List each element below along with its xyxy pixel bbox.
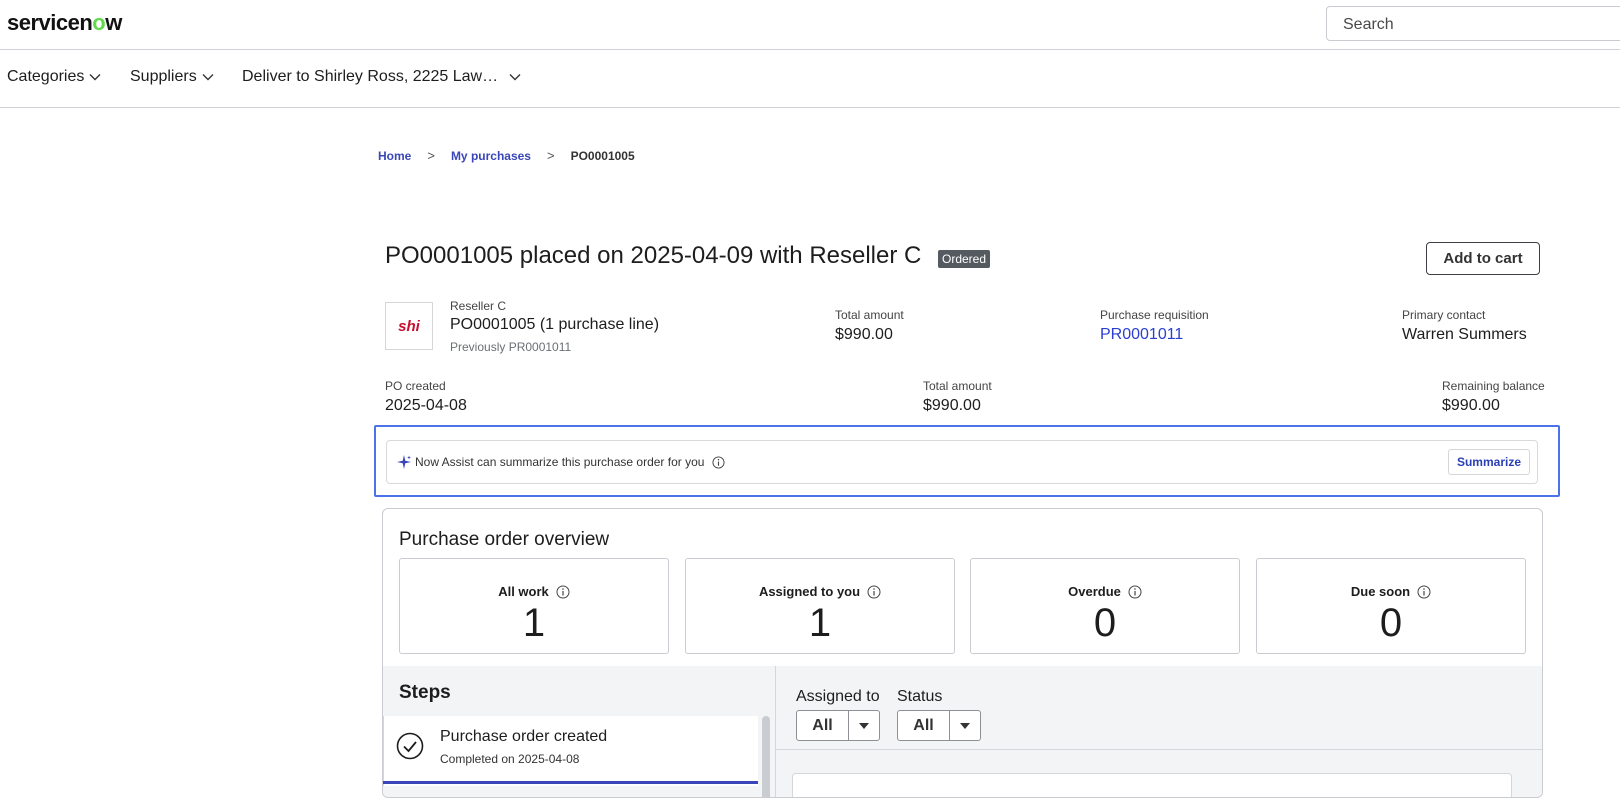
info-icon[interactable] — [556, 585, 570, 599]
po-line-summary: PO0001005 (1 purchase line) — [450, 316, 660, 333]
nav-suppliers-label: Suppliers — [130, 68, 197, 85]
total-amount-label: Total amount — [835, 308, 904, 322]
po-created-label: PO created — [385, 379, 446, 393]
logo-text-1: servicen — [7, 10, 93, 35]
stat-value: 0 — [1379, 601, 1403, 645]
check-circle-icon — [396, 732, 424, 760]
remaining-balance-value: $990.00 — [1442, 397, 1500, 414]
primary-contact-label: Primary contact — [1402, 308, 1486, 322]
add-to-cart-button[interactable]: Add to cart — [1426, 242, 1540, 275]
purchase-requisition-link[interactable]: PR0001011 — [1100, 326, 1183, 344]
chevron-down-icon — [89, 74, 101, 81]
info-icon[interactable] — [1128, 585, 1142, 599]
info-icon[interactable] — [712, 455, 725, 469]
assigned-to-select[interactable]: All — [796, 710, 880, 741]
status-badge: Ordered — [938, 250, 991, 268]
breadcrumb-my-purchases[interactable]: My purchases — [451, 149, 531, 163]
step-item[interactable]: Purchase order created Completed on 2025… — [383, 716, 758, 786]
breadcrumb: Home > My purchases > PO0001005 — [378, 148, 635, 163]
overview-title: Purchase order overview — [399, 529, 610, 550]
nav-categories[interactable]: Categories — [7, 68, 102, 86]
breadcrumb-separator: > — [427, 148, 435, 163]
caret-down-icon[interactable] — [950, 711, 980, 740]
breadcrumb-separator: > — [546, 148, 555, 163]
stat-label: All work — [498, 584, 549, 599]
now-assist-banner: Now Assist can summarize this purchase o… — [386, 440, 1538, 484]
nav-deliver-to-label: Deliver to Shirley Ross, 2225 Law… — [242, 68, 499, 85]
stat-overdue[interactable]: Overdue 0 — [970, 558, 1240, 654]
remaining-balance-label: Remaining balance — [1442, 379, 1545, 393]
nav-categories-label: Categories — [7, 68, 85, 85]
stat-assigned-to-you[interactable]: Assigned to you 1 — [685, 558, 955, 654]
total-amount-label: Total amount — [923, 379, 992, 393]
page-title: PO0001005 placed on 2025-04-09 with Rese… — [385, 242, 922, 269]
servicenow-logo[interactable]: servicenow — [7, 10, 122, 36]
total-amount-value: $990.00 — [923, 397, 981, 414]
nav-bar: Categories Suppliers Deliver to Shirley … — [0, 51, 1620, 108]
step-selected-indicator — [383, 781, 758, 784]
stat-label: Overdue — [1068, 584, 1121, 599]
search-placeholder: Search — [1343, 16, 1394, 33]
step-date: Completed on 2025-04-08 — [440, 752, 580, 766]
info-icon[interactable] — [1417, 585, 1431, 599]
nav-deliver-to[interactable]: Deliver to Shirley Ross, 2225 Law… — [242, 68, 522, 86]
stat-due-soon[interactable]: Due soon 0 — [1256, 558, 1526, 654]
purchase-requisition-label: Purchase requisition — [1100, 308, 1209, 322]
assigned-to-label: Assigned to — [796, 688, 880, 705]
summarize-button[interactable]: Summarize — [1447, 449, 1530, 475]
assigned-to-value: All — [797, 711, 849, 740]
now-assist-text: Now Assist can summarize this purchase o… — [415, 455, 705, 469]
breadcrumb-home[interactable]: Home — [378, 149, 411, 163]
steps-panel: Steps Purchase order created Completed o… — [383, 666, 775, 797]
po-created-value: 2025-04-08 — [385, 397, 467, 414]
steps-scrollbar[interactable] — [762, 716, 770, 797]
steps-title: Steps — [399, 682, 451, 703]
purchase-order-overview: Purchase order overview All work 1 Assig… — [382, 508, 1543, 798]
logo-text-2: w — [105, 10, 122, 35]
stat-value: 1 — [808, 601, 832, 645]
status-select[interactable]: All — [897, 710, 981, 741]
step-name: Purchase order created — [440, 728, 608, 745]
chevron-down-icon — [202, 74, 214, 81]
breadcrumb-current: PO0001005 — [570, 148, 635, 163]
stat-all-work[interactable]: All work 1 — [399, 558, 669, 654]
stat-value: 0 — [1093, 601, 1117, 645]
supplier-logo: shi — [385, 302, 433, 350]
filter-divider — [776, 749, 1542, 750]
stat-value: 1 — [522, 601, 546, 645]
stat-label: Assigned to you — [758, 584, 861, 599]
primary-contact-value: Warren Summers — [1402, 326, 1527, 343]
previous-requisition: Previously PR0001011 — [450, 340, 572, 354]
info-icon[interactable] — [867, 585, 881, 599]
search-input[interactable]: Search — [1326, 6, 1620, 41]
chevron-down-icon — [509, 74, 521, 81]
stat-label: Due soon — [1350, 584, 1411, 599]
status-label: Status — [897, 688, 943, 705]
top-header: servicenow Search — [0, 0, 1620, 50]
logo-text-o: o — [92, 10, 106, 35]
sparkle-icon — [397, 455, 411, 469]
filters-panel: Assigned to All Status All — [775, 666, 1542, 797]
supplier-name: Reseller C — [450, 299, 507, 313]
caret-down-icon[interactable] — [849, 711, 879, 740]
total-amount-value: $990.00 — [835, 326, 893, 343]
status-value: All — [898, 711, 950, 740]
work-item-card — [792, 773, 1512, 797]
supplier-logo-text: shi — [398, 317, 420, 335]
nav-suppliers[interactable]: Suppliers — [130, 68, 215, 86]
